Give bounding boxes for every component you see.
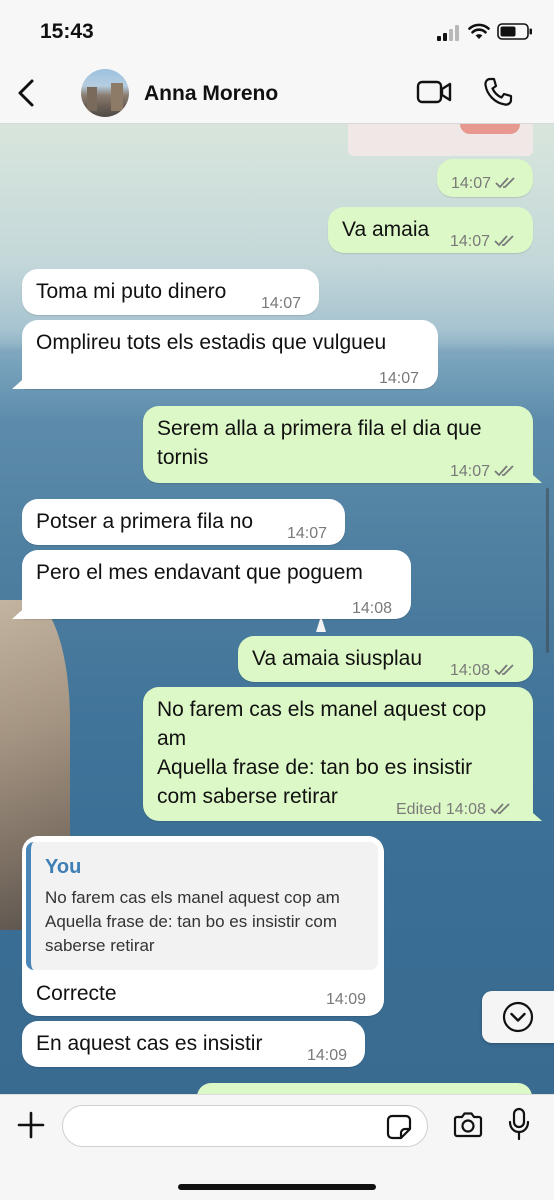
message-bubble-incoming[interactable]: Potser a primera fila no 14:07	[22, 499, 345, 545]
double-check-icon	[494, 465, 514, 477]
message-composer	[0, 1094, 554, 1200]
message-bubble-incoming[interactable]: Pero el mes endavant que poguem 14:08	[22, 550, 411, 619]
message-time: 14:09	[307, 1047, 348, 1064]
status-bar: 15:43	[0, 0, 554, 62]
message-text: Va amaia	[342, 218, 430, 241]
quoted-message[interactable]: You No farem cas els manel aquest cop am…	[26, 842, 378, 970]
double-check-icon	[495, 177, 515, 189]
status-time: 15:43	[40, 20, 94, 43]
message-bubble-outgoing[interactable]: 14:07	[437, 159, 533, 197]
wifi-icon	[468, 23, 490, 39]
message-time: 14:07	[261, 295, 302, 312]
message-time: 14:07	[287, 525, 328, 542]
double-check-icon	[490, 803, 510, 815]
chevron-down-icon	[502, 1001, 534, 1033]
cellular-signal-icon	[437, 25, 459, 41]
contact-name[interactable]: Anna Moreno	[144, 82, 278, 106]
message-text: Va amaia siusplau	[252, 647, 423, 670]
message-time: 14:09	[326, 991, 367, 1008]
message-time: 14:08	[352, 600, 393, 617]
chevron-left-icon[interactable]	[14, 78, 38, 108]
message-time: 14:07	[379, 370, 420, 387]
image-message-thumbnail[interactable]	[348, 124, 533, 156]
message-text: Potser a primera fila no	[36, 510, 254, 533]
battery-icon	[497, 23, 532, 40]
plus-icon[interactable]	[17, 1111, 45, 1139]
message-time: 14:08	[445, 801, 486, 818]
message-text: Serem alla a primera fila el dia que tor…	[157, 417, 482, 469]
message-time: 14:07	[451, 175, 492, 192]
message-time: 14:07	[450, 233, 491, 250]
phone-icon[interactable]	[482, 76, 514, 108]
edited-label: Edited	[396, 801, 442, 818]
message-bubble-outgoing[interactable]: Serem alla a primera fila el dia que tor…	[143, 406, 533, 483]
scrollbar[interactable]	[546, 488, 549, 653]
message-bubble-incoming[interactable]: Omplireu tots els estadis que vulgueu 14…	[22, 320, 438, 389]
microphone-icon[interactable]	[508, 1107, 530, 1141]
message-text: Omplireu tots els estadis que vulgueu	[36, 331, 387, 354]
message-text: Pero el mes endavant que poguem	[36, 561, 363, 584]
message-time: 14:07	[450, 463, 491, 480]
scroll-to-bottom-button[interactable]	[482, 991, 554, 1043]
avatar[interactable]	[81, 69, 129, 117]
quoted-author: You	[45, 856, 82, 878]
sticker-icon[interactable]	[386, 1114, 412, 1140]
message-bubble-incoming[interactable]: En aquest cas es insistir 14:09	[22, 1021, 365, 1067]
message-bubble-outgoing[interactable]: Va amaia 14:07	[328, 207, 533, 253]
quoted-text: No farem cas els manel aquest cop am Aqu…	[45, 888, 340, 955]
message-text: Correcte	[36, 982, 117, 1005]
message-bubble-outgoing[interactable]: Va amaia siusplau 14:08	[238, 636, 533, 682]
video-camera-icon[interactable]	[416, 79, 452, 105]
message-text: Toma mi puto dinero	[36, 280, 227, 303]
double-check-icon	[494, 664, 514, 676]
double-check-icon	[494, 235, 514, 247]
message-text: En aquest cas es insistir	[36, 1032, 263, 1055]
message-bubble-outgoing[interactable]: No farem cas els manel aquest cop am Aqu…	[143, 687, 533, 821]
camera-icon[interactable]	[452, 1111, 484, 1139]
chat-header: Anna Moreno	[0, 62, 554, 124]
message-bubble-incoming[interactable]: Toma mi puto dinero 14:07	[22, 269, 319, 315]
home-indicator	[178, 1184, 376, 1190]
message-time: 14:08	[450, 662, 491, 679]
message-text: No farem cas els manel aquest cop am Aqu…	[157, 698, 487, 808]
message-input[interactable]	[62, 1105, 428, 1147]
